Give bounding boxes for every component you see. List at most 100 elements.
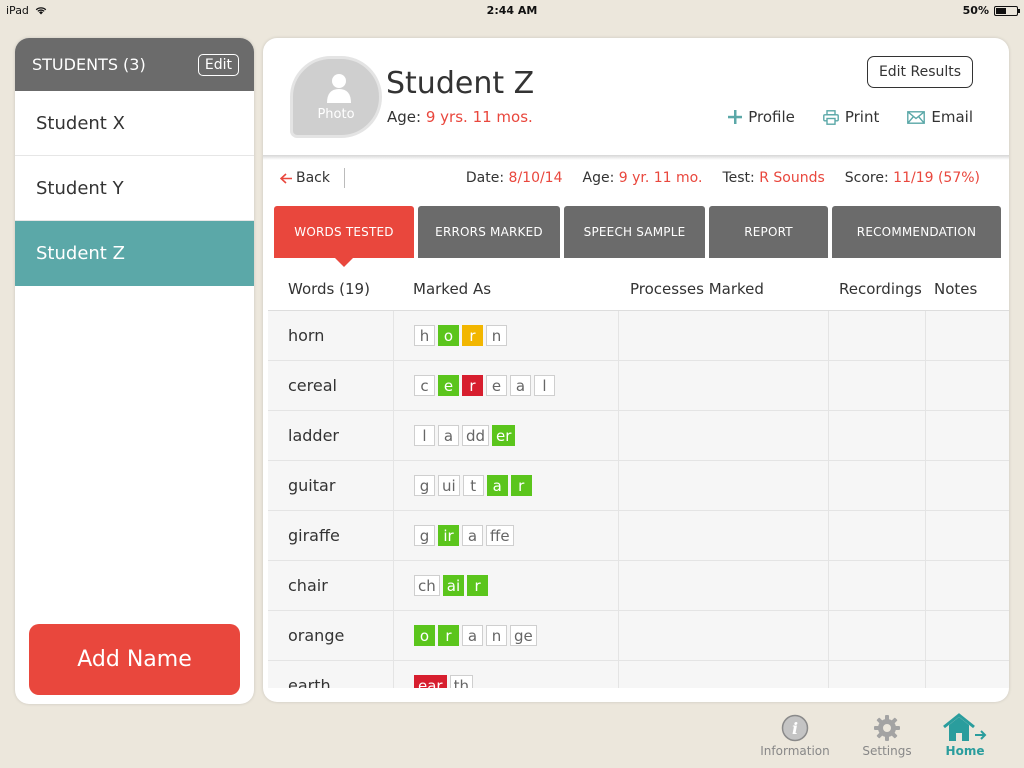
- table-row[interactable]: giraffe g ir a ffe: [268, 511, 1009, 561]
- sound-tile[interactable]: o: [414, 625, 435, 646]
- notes-cell[interactable]: [926, 461, 1009, 510]
- tab-errors-marked[interactable]: ERRORS MARKED: [418, 206, 560, 258]
- test-score: Score: 11/19 (57%): [844, 170, 980, 186]
- sound-tile[interactable]: ai: [442, 575, 465, 596]
- recordings-cell[interactable]: [829, 461, 926, 510]
- sound-tile[interactable]: a: [510, 375, 531, 396]
- processes-cell[interactable]: [619, 511, 829, 560]
- sound-tile[interactable]: ir: [438, 525, 459, 546]
- sound-tile[interactable]: a: [486, 475, 508, 496]
- processes-cell[interactable]: [619, 311, 829, 360]
- sound-tile[interactable]: n: [486, 625, 507, 646]
- notes-cell[interactable]: [926, 661, 1009, 688]
- tab-report[interactable]: REPORT: [709, 206, 828, 258]
- notes-cell[interactable]: [926, 511, 1009, 560]
- sound-tiles: l a dd er: [414, 425, 516, 446]
- test-info-row: Back Date: 8/10/14 Age: 9 yr. 11 mo. Tes…: [263, 166, 1009, 192]
- sound-tile[interactable]: h: [414, 325, 435, 346]
- sound-tile[interactable]: th: [449, 675, 473, 688]
- test-meta: Date: 8/10/14 Age: 9 yr. 11 mo. Test: R …: [466, 170, 980, 186]
- envelope-icon: [907, 110, 926, 124]
- sound-tile[interactable]: r: [462, 325, 483, 346]
- nav-information[interactable]: i Information: [755, 712, 835, 758]
- table-row[interactable]: earth ear th: [268, 661, 1009, 688]
- students-sidebar: STUDENTS (3) Edit Student X Student Y St…: [15, 38, 254, 704]
- recordings-cell[interactable]: [829, 411, 926, 460]
- notes-cell[interactable]: [926, 611, 1009, 660]
- marked-as-cell: horn: [394, 311, 619, 360]
- nav-home[interactable]: Home: [925, 712, 1005, 758]
- sound-tile[interactable]: t: [462, 475, 484, 496]
- tab-words-tested[interactable]: WORDS TESTED: [274, 206, 414, 267]
- student-name: Student Z: [36, 243, 125, 264]
- recordings-cell[interactable]: [829, 511, 926, 560]
- table-row[interactable]: ladder l a dd er: [268, 411, 1009, 461]
- marked-as-cell: cereal: [394, 361, 619, 410]
- sound-tile[interactable]: r: [462, 375, 483, 396]
- print-button[interactable]: Print: [822, 108, 879, 126]
- test-date: Date: 8/10/14: [465, 170, 563, 186]
- sound-tile[interactable]: g: [414, 475, 435, 496]
- sound-tile[interactable]: r: [510, 475, 532, 496]
- notes-cell[interactable]: [926, 411, 1009, 460]
- student-item-x[interactable]: Student X: [15, 91, 254, 156]
- student-name: Student X: [36, 112, 125, 134]
- table-row[interactable]: orange o r a n ge: [268, 611, 1009, 661]
- student-photo[interactable]: Photo: [290, 56, 382, 138]
- sound-tile[interactable]: n: [486, 325, 507, 346]
- sound-tile[interactable]: l: [534, 375, 555, 396]
- nav-settings[interactable]: Settings: [847, 712, 927, 758]
- sound-tile[interactable]: ffe: [486, 525, 514, 546]
- student-item-z[interactable]: Student Z: [15, 221, 254, 286]
- table-row[interactable]: horn h o r n: [268, 311, 1009, 361]
- email-button[interactable]: Email: [907, 108, 973, 126]
- back-button[interactable]: Back: [280, 170, 330, 186]
- student-item-y[interactable]: Student Y: [15, 156, 254, 221]
- profile-label: Profile: [748, 108, 795, 126]
- tab-speech-sample[interactable]: SPEECH SAMPLE: [564, 206, 705, 258]
- table-row[interactable]: guitar g ui t a r: [268, 461, 1009, 511]
- processes-cell[interactable]: [619, 361, 829, 410]
- sound-tile[interactable]: c: [414, 375, 435, 396]
- add-name-button[interactable]: Add Name: [29, 624, 240, 695]
- notes-cell[interactable]: [926, 361, 1009, 410]
- table-row[interactable]: chair ch ai r: [268, 561, 1009, 611]
- processes-cell[interactable]: [619, 461, 829, 510]
- sound-tile[interactable]: l: [414, 425, 435, 446]
- notes-cell[interactable]: [926, 561, 1009, 610]
- recordings-cell[interactable]: [829, 661, 926, 688]
- sound-tile[interactable]: ear: [414, 675, 447, 688]
- processes-cell[interactable]: [619, 661, 829, 688]
- sound-tile[interactable]: ui: [438, 475, 460, 496]
- sound-tile[interactable]: e: [486, 375, 507, 396]
- notes-cell[interactable]: [926, 311, 1009, 360]
- marked-as-cell: ear th: [394, 661, 619, 688]
- recordings-cell[interactable]: [829, 311, 926, 360]
- processes-cell[interactable]: [619, 411, 829, 460]
- sound-tile[interactable]: er: [492, 425, 516, 446]
- student-age: Age: 9 yrs. 11 mos.: [387, 108, 533, 126]
- sound-tile[interactable]: a: [462, 525, 483, 546]
- table-row[interactable]: cereal c e r e a l: [268, 361, 1009, 411]
- sound-tile[interactable]: r: [438, 625, 459, 646]
- tab-recommendation[interactable]: RECOMMENDATION: [832, 206, 1001, 258]
- sound-tile[interactable]: ch: [414, 575, 440, 596]
- edit-results-button[interactable]: Edit Results: [867, 56, 973, 88]
- processes-cell[interactable]: [619, 611, 829, 660]
- sound-tile[interactable]: dd: [462, 425, 490, 446]
- sound-tile[interactable]: r: [467, 575, 489, 596]
- sound-tile[interactable]: g: [414, 525, 435, 546]
- recordings-cell[interactable]: [829, 611, 926, 660]
- processes-cell[interactable]: [619, 561, 829, 610]
- sound-tile[interactable]: a: [438, 425, 459, 446]
- edit-students-button[interactable]: Edit: [197, 53, 239, 76]
- sidebar-header: STUDENTS (3) Edit: [15, 38, 254, 91]
- sound-tile[interactable]: o: [438, 325, 459, 346]
- sound-tiles: ch ai r: [414, 575, 489, 596]
- sound-tile[interactable]: ge: [510, 625, 537, 646]
- profile-button[interactable]: Profile: [728, 108, 795, 126]
- recordings-cell[interactable]: [829, 561, 926, 610]
- sound-tile[interactable]: a: [462, 625, 483, 646]
- sound-tile[interactable]: e: [438, 375, 459, 396]
- recordings-cell[interactable]: [829, 361, 926, 410]
